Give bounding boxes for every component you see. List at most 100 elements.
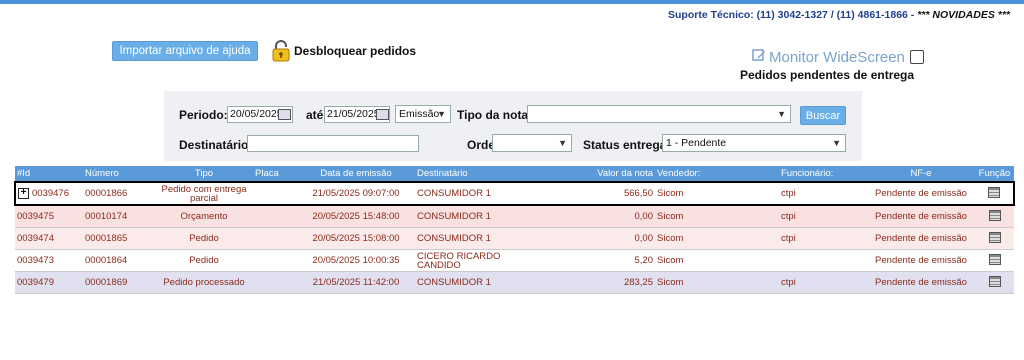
table-row[interactable]: 0039479 00001869 Pedido processado 21/05… bbox=[15, 271, 1014, 294]
calendar-icon[interactable] bbox=[376, 109, 389, 120]
note-type-select[interactable]: ▼ bbox=[527, 105, 791, 123]
table-row[interactable]: +0039476 00001866 Pedido com entrega par… bbox=[14, 181, 1015, 206]
row-tipo: Pedido com entrega parcial bbox=[155, 181, 253, 206]
delivery-status-select[interactable]: 1 - Pendente ▼ bbox=[662, 134, 846, 152]
row-valor: 566,50 bbox=[527, 181, 655, 206]
unlock-orders-label: Desbloquear pedidos bbox=[294, 44, 417, 58]
col-nfe[interactable]: NF-e bbox=[867, 166, 975, 182]
col-funcionario[interactable]: Funcionário: bbox=[779, 166, 867, 182]
col-destinatario[interactable]: Destinatário bbox=[415, 166, 527, 182]
status-label: Status entrega: bbox=[583, 138, 671, 152]
row-tipo: Pedido bbox=[155, 249, 253, 272]
print-icon[interactable] bbox=[988, 232, 1001, 243]
delivery-status-value: 1 - Pendente bbox=[666, 137, 727, 149]
row-funcao bbox=[975, 205, 1014, 228]
print-icon[interactable] bbox=[988, 254, 1001, 265]
row-id: 0039479 bbox=[15, 271, 83, 294]
print-icon[interactable] bbox=[988, 276, 1001, 287]
row-data: 20/05/2025 15:08:00 bbox=[297, 227, 415, 250]
row-id: 0039473 bbox=[15, 249, 83, 272]
row-placa bbox=[253, 181, 297, 206]
date-type-value: Emissão bbox=[399, 108, 440, 120]
row-placa bbox=[253, 205, 297, 228]
row-vendedor: Sicom bbox=[655, 205, 779, 228]
row-vendedor: Sicom bbox=[655, 249, 779, 272]
row-placa bbox=[253, 227, 297, 250]
row-id: 0039474 bbox=[15, 227, 83, 250]
row-destinatario: CONSUMIDOR 1 bbox=[415, 227, 527, 250]
widescreen-checkbox[interactable] bbox=[909, 50, 924, 64]
row-id-cell: +0039476 bbox=[14, 181, 83, 206]
support-info: Suporte Técnico: (11) 3042-1327 / (11) 4… bbox=[668, 9, 1010, 21]
row-placa bbox=[253, 271, 297, 294]
row-funcao bbox=[975, 271, 1014, 294]
row-numero: 00001864 bbox=[83, 249, 155, 272]
edit-icon bbox=[752, 48, 766, 66]
table-row[interactable]: 0039475 00010174 Orçamento 20/05/2025 15… bbox=[15, 205, 1014, 228]
top-accent-bar bbox=[0, 0, 1024, 4]
row-valor: 0,00 bbox=[527, 227, 655, 250]
print-icon[interactable] bbox=[988, 187, 1000, 198]
chevron-down-icon: ▼ bbox=[777, 109, 786, 119]
row-valor: 283,25 bbox=[527, 271, 655, 294]
support-phone-text: Suporte Técnico: (11) 3042-1327 / (11) 4… bbox=[668, 9, 918, 21]
table-row[interactable]: 0039473 00001864 Pedido 20/05/2025 10:00… bbox=[15, 249, 1014, 272]
page-title: Pedidos pendentes de entrega bbox=[740, 68, 915, 82]
row-placa bbox=[253, 249, 297, 272]
periodo-label: Periodo: bbox=[179, 108, 228, 122]
row-funcionario: ctpi bbox=[779, 271, 867, 294]
row-destinatario: CONSUMIDOR 1 bbox=[415, 271, 527, 294]
orders-table: #Id Número Tipo Placa Data de emissão De… bbox=[14, 166, 1015, 294]
news-link[interactable]: *** NOVIDADES *** bbox=[917, 9, 1010, 21]
col-placa[interactable]: Placa bbox=[253, 166, 297, 182]
row-data: 21/05/2025 09:07:00 bbox=[297, 181, 415, 206]
row-numero: 00001869 bbox=[83, 271, 155, 294]
col-data-emissao[interactable]: Data de emissão bbox=[297, 166, 415, 182]
row-numero: 00010174 bbox=[83, 205, 155, 228]
print-icon[interactable] bbox=[988, 210, 1001, 221]
row-vendedor: Sicom bbox=[655, 227, 779, 250]
import-help-file-button[interactable]: Importar arquivo de ajuda bbox=[112, 41, 258, 61]
row-valor: 5,20 bbox=[527, 249, 655, 272]
row-nfe: Pendente de emissão bbox=[867, 205, 975, 228]
row-vendedor: Sicom bbox=[655, 181, 779, 206]
row-numero: 00001866 bbox=[83, 181, 155, 206]
ate-label: até bbox=[306, 108, 324, 122]
chevron-down-icon: ▼ bbox=[437, 109, 446, 119]
row-data: 21/05/2025 11:42:00 bbox=[297, 271, 415, 294]
row-tipo: Orçamento bbox=[155, 205, 253, 228]
row-nfe: Pendente de emissão bbox=[867, 249, 975, 272]
padlock-icon bbox=[272, 40, 290, 62]
recipient-input[interactable] bbox=[247, 135, 419, 152]
col-valor[interactable]: Valor da nota bbox=[527, 166, 655, 182]
destinatario-label: Destinatário: bbox=[179, 138, 253, 152]
row-data: 20/05/2025 15:48:00 bbox=[297, 205, 415, 228]
row-funcionario bbox=[779, 249, 867, 272]
row-numero: 00001865 bbox=[83, 227, 155, 250]
row-id: 0039475 bbox=[15, 205, 83, 228]
row-nfe: Pendente de emissão bbox=[867, 227, 975, 250]
row-tipo: Pedido processado bbox=[155, 271, 253, 294]
row-funcionario: ctpi bbox=[779, 181, 867, 206]
filter-panel: Periodo: 20/05/2025 até 21/05/2025 Emiss… bbox=[164, 91, 862, 161]
expand-plus-icon[interactable]: + bbox=[18, 188, 29, 199]
col-tipo[interactable]: Tipo bbox=[155, 166, 253, 182]
col-funcao: Função bbox=[975, 166, 1014, 182]
row-id: 0039476 bbox=[32, 188, 69, 200]
search-button[interactable]: Buscar bbox=[800, 106, 846, 125]
table-row[interactable]: 0039474 00001865 Pedido 20/05/2025 15:08… bbox=[15, 227, 1014, 250]
row-funcao bbox=[975, 227, 1014, 250]
row-destinatario: CICERO RICARDO CANDIDO bbox=[415, 249, 527, 272]
row-destinatario: CONSUMIDOR 1 bbox=[415, 205, 527, 228]
row-funcionario: ctpi bbox=[779, 227, 867, 250]
unlock-orders-button[interactable]: Desbloquear pedidos bbox=[272, 40, 416, 62]
monitor-widescreen-toggle[interactable]: Monitor WideScreen bbox=[752, 48, 924, 66]
col-id[interactable]: #Id bbox=[15, 166, 83, 182]
order-select[interactable]: ▼ bbox=[492, 134, 572, 152]
col-numero[interactable]: Número bbox=[83, 166, 155, 182]
date-type-select[interactable]: Emissão ▼ bbox=[395, 105, 451, 123]
calendar-icon[interactable] bbox=[278, 109, 291, 120]
row-vendedor: Sicom bbox=[655, 271, 779, 294]
row-valor: 0,00 bbox=[527, 205, 655, 228]
col-vendedor[interactable]: Vendedor: bbox=[655, 166, 779, 182]
